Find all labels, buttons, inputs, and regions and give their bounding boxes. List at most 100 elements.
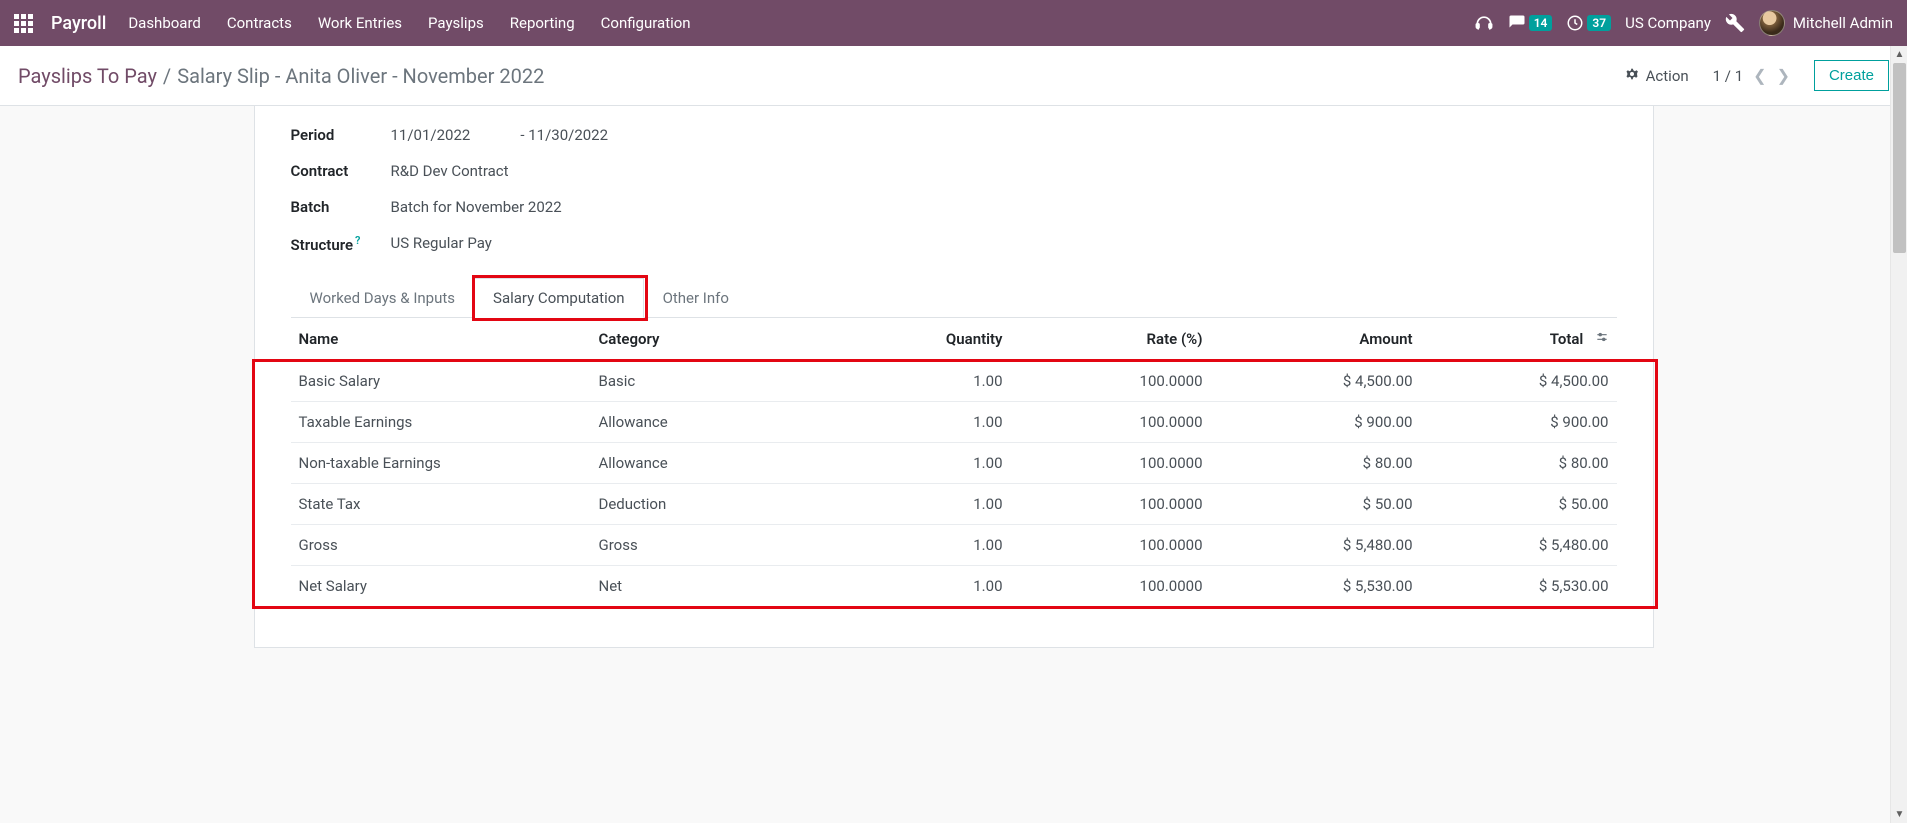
batch-label: Batch xyxy=(291,198,391,216)
table-row[interactable]: State TaxDeduction1.00100.0000$ 50.00$ 5… xyxy=(291,484,1617,525)
table-row[interactable]: Taxable EarningsAllowance1.00100.0000$ 9… xyxy=(291,402,1617,443)
action-button[interactable]: Action xyxy=(1624,66,1689,86)
menu-work-entries[interactable]: Work Entries xyxy=(318,14,402,32)
vertical-scrollbar[interactable]: ▲ ▼ xyxy=(1890,46,1907,823)
control-panel-right: Action 1 / 1 ❮ ❯ Create xyxy=(1624,60,1889,91)
cell-category: Net xyxy=(591,566,851,607)
table-row[interactable]: Net SalaryNet1.00100.0000$ 5,530.00$ 5,5… xyxy=(291,566,1617,607)
menu-reporting[interactable]: Reporting xyxy=(510,14,575,32)
action-label: Action xyxy=(1646,67,1689,85)
th-category[interactable]: Category xyxy=(591,318,851,361)
cell-amount: $ 900.00 xyxy=(1211,402,1421,443)
cell-total: $ 5,530.00 xyxy=(1421,566,1617,607)
cell-name: State Tax xyxy=(291,484,591,525)
cell-quantity: 1.00 xyxy=(851,566,1011,607)
tab-worked-days[interactable]: Worked Days & Inputs xyxy=(291,278,475,318)
menu-dashboard[interactable]: Dashboard xyxy=(128,14,201,32)
form-wrap: Period 11/01/2022 - 11/30/2022 Contract … xyxy=(0,106,1907,648)
th-quantity[interactable]: Quantity xyxy=(851,318,1011,361)
menu-contracts[interactable]: Contracts xyxy=(227,14,292,32)
cell-name: Basic Salary xyxy=(291,361,591,402)
nav-brand[interactable]: Payroll xyxy=(51,13,106,34)
pager-prev-icon[interactable]: ❮ xyxy=(1753,66,1766,85)
th-rate[interactable]: Rate (%) xyxy=(1011,318,1211,361)
cell-quantity: 1.00 xyxy=(851,402,1011,443)
breadcrumb-sep: / xyxy=(163,64,171,88)
optional-columns-icon[interactable] xyxy=(1595,330,1609,348)
nav-right: 14 37 US Company Mitchell Admin xyxy=(1474,10,1893,36)
cell-amount: $ 5,480.00 xyxy=(1211,525,1421,566)
th-name[interactable]: Name xyxy=(291,318,591,361)
scroll-thumb[interactable] xyxy=(1893,63,1906,253)
avatar xyxy=(1759,10,1785,36)
tab-other-info[interactable]: Other Info xyxy=(644,278,748,318)
cell-quantity: 1.00 xyxy=(851,484,1011,525)
cell-rate: 100.0000 xyxy=(1011,525,1211,566)
period-sep: - xyxy=(520,126,524,144)
messages-icon[interactable]: 14 xyxy=(1508,14,1553,32)
cell-category: Allowance xyxy=(591,402,851,443)
company-switcher[interactable]: US Company xyxy=(1625,14,1711,32)
cell-rate: 100.0000 xyxy=(1011,484,1211,525)
field-batch: Batch Batch for November 2022 xyxy=(291,198,1617,216)
structure-value[interactable]: US Regular Pay xyxy=(391,234,492,252)
pager: 1 / 1 ❮ ❯ xyxy=(1713,66,1790,85)
apps-icon[interactable] xyxy=(14,14,33,33)
debug-icon[interactable] xyxy=(1725,13,1745,33)
batch-value[interactable]: Batch for November 2022 xyxy=(391,198,562,216)
cell-name: Non-taxable Earnings xyxy=(291,443,591,484)
period-label: Period xyxy=(291,126,391,144)
cell-name: Gross xyxy=(291,525,591,566)
create-button[interactable]: Create xyxy=(1814,60,1889,91)
cell-amount: $ 80.00 xyxy=(1211,443,1421,484)
table-row[interactable]: Non-taxable EarningsAllowance1.00100.000… xyxy=(291,443,1617,484)
cell-total: $ 900.00 xyxy=(1421,402,1617,443)
table-header-row: Name Category Quantity Rate (%) Amount T… xyxy=(291,318,1617,361)
structure-label: Structure? xyxy=(291,234,391,254)
cell-name: Taxable Earnings xyxy=(291,402,591,443)
tabs: Worked Days & Inputs Salary Computation … xyxy=(291,278,1617,318)
cell-total: $ 5,480.00 xyxy=(1421,525,1617,566)
tab-salary-computation[interactable]: Salary Computation xyxy=(474,278,644,318)
messages-badge: 14 xyxy=(1529,15,1553,31)
cell-amount: $ 4,500.00 xyxy=(1211,361,1421,402)
pager-next-icon[interactable]: ❯ xyxy=(1777,66,1790,85)
field-contract: Contract R&D Dev Contract xyxy=(291,162,1617,180)
field-structure: Structure? US Regular Pay xyxy=(291,234,1617,254)
cell-quantity: 1.00 xyxy=(851,525,1011,566)
top-nav: Payroll Dashboard Contracts Work Entries… xyxy=(0,0,1907,46)
cell-category: Basic xyxy=(591,361,851,402)
breadcrumb: Payslips To Pay / Salary Slip - Anita Ol… xyxy=(18,64,544,88)
period-to[interactable]: 11/30/2022 xyxy=(528,126,608,144)
cell-rate: 100.0000 xyxy=(1011,566,1211,607)
cell-category: Allowance xyxy=(591,443,851,484)
menu-configuration[interactable]: Configuration xyxy=(601,14,691,32)
th-amount[interactable]: Amount xyxy=(1211,318,1421,361)
cell-amount: $ 50.00 xyxy=(1211,484,1421,525)
period-from[interactable]: 11/01/2022 xyxy=(391,126,471,144)
table-row[interactable]: Basic SalaryBasic1.00100.0000$ 4,500.00$… xyxy=(291,361,1617,402)
activities-badge: 37 xyxy=(1587,15,1611,31)
activities-icon[interactable]: 37 xyxy=(1566,14,1611,32)
field-period: Period 11/01/2022 - 11/30/2022 xyxy=(291,126,1617,144)
cell-name: Net Salary xyxy=(291,566,591,607)
table-row[interactable]: GrossGross1.00100.0000$ 5,480.00$ 5,480.… xyxy=(291,525,1617,566)
user-menu[interactable]: Mitchell Admin xyxy=(1759,10,1893,36)
menu-payslips[interactable]: Payslips xyxy=(428,14,484,32)
contract-label: Contract xyxy=(291,162,391,180)
breadcrumb-root[interactable]: Payslips To Pay xyxy=(18,64,157,88)
scroll-up-icon[interactable]: ▲ xyxy=(1891,46,1907,63)
cell-quantity: 1.00 xyxy=(851,361,1011,402)
th-total[interactable]: Total xyxy=(1421,318,1617,361)
scroll-down-icon[interactable]: ▼ xyxy=(1891,806,1907,823)
support-icon[interactable] xyxy=(1474,13,1494,33)
contract-value[interactable]: R&D Dev Contract xyxy=(391,162,509,180)
help-icon[interactable]: ? xyxy=(355,234,360,247)
pager-value[interactable]: 1 / 1 xyxy=(1713,67,1744,85)
cell-category: Deduction xyxy=(591,484,851,525)
cell-quantity: 1.00 xyxy=(851,443,1011,484)
cell-total: $ 80.00 xyxy=(1421,443,1617,484)
nav-menu: Dashboard Contracts Work Entries Payslip… xyxy=(128,14,690,32)
form-sheet: Period 11/01/2022 - 11/30/2022 Contract … xyxy=(254,106,1654,648)
breadcrumb-current: Salary Slip - Anita Oliver - November 20… xyxy=(177,64,544,88)
